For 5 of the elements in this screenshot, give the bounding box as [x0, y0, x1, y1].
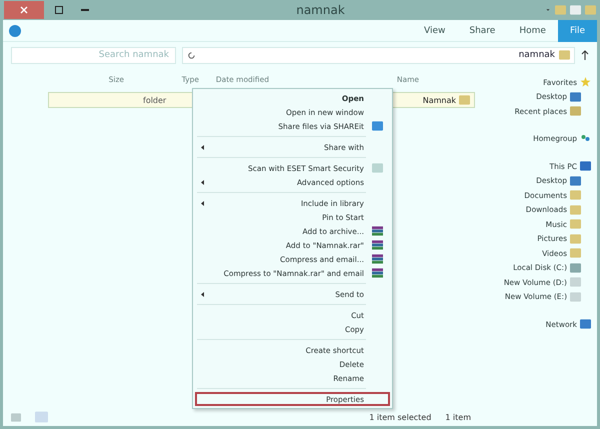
window-title: namnak: [296, 3, 345, 17]
selection-count: 1 item selected: [369, 412, 432, 422]
item-count: 1 item: [445, 412, 471, 422]
file-name: Namnak: [422, 96, 456, 104]
file-type: folder: [143, 96, 166, 104]
